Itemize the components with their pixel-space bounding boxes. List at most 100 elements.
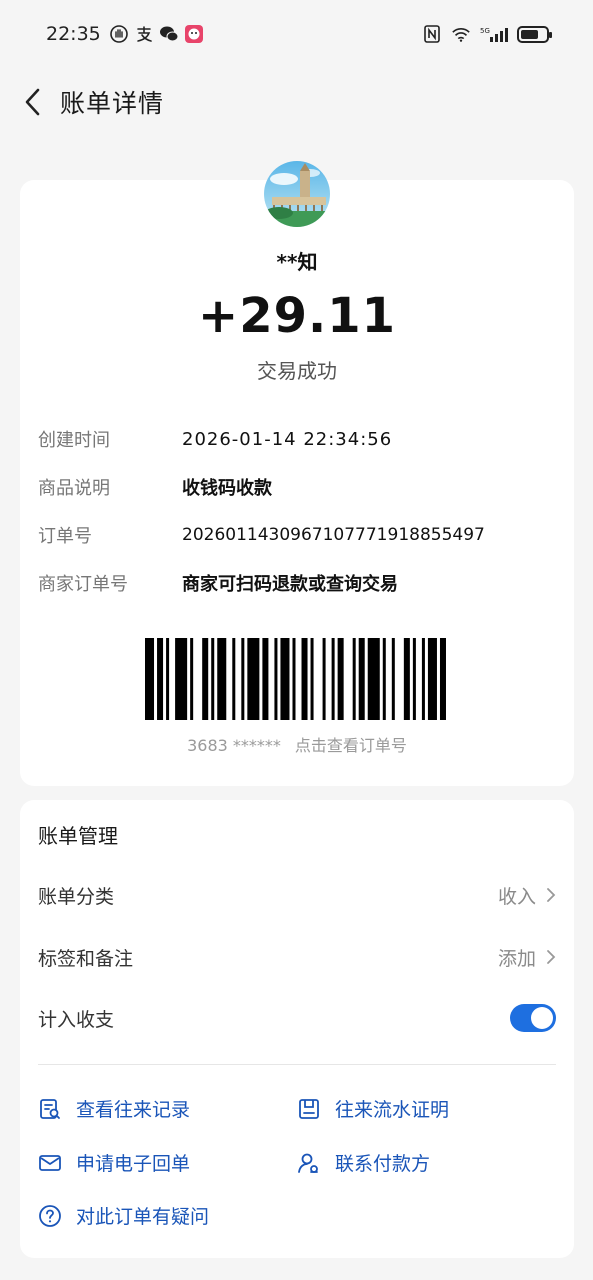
order-number-value[interactable]: 2026011430967107771918855497 bbox=[182, 525, 485, 545]
question-icon bbox=[38, 1204, 62, 1228]
detail-label: 创建时间 bbox=[38, 430, 110, 451]
barcode-bar bbox=[301, 638, 308, 720]
bill-category-value: 收入 bbox=[497, 885, 536, 908]
tags-notes-value: 添加 bbox=[497, 947, 536, 970]
barcode-bar bbox=[367, 638, 380, 720]
barcode-bar bbox=[232, 638, 236, 720]
status-bar-right: 5G bbox=[422, 24, 552, 44]
header: 账单详情 bbox=[0, 72, 593, 132]
barcode-bar bbox=[157, 638, 164, 720]
contact-payer-icon bbox=[297, 1151, 321, 1175]
statement-proof-label: 往来流水证明 bbox=[335, 1099, 450, 1121]
barcode-bar bbox=[427, 638, 437, 720]
chevron-left-icon bbox=[25, 88, 40, 116]
e-receipt-button[interactable]: 申请电子回单 bbox=[38, 1149, 190, 1176]
battery-icon bbox=[517, 25, 552, 43]
barcode-bar bbox=[358, 638, 365, 720]
barcode-image bbox=[145, 638, 446, 720]
detail-row-created-time: 创建时间 2026-01-14 22:34:56 bbox=[38, 426, 392, 452]
tags-notes-label: 标签和备注 bbox=[38, 947, 134, 970]
records-icon bbox=[38, 1097, 62, 1121]
app-notification-icon bbox=[184, 24, 204, 44]
barcode-bar bbox=[175, 638, 188, 720]
order-question-label: 对此订单有疑问 bbox=[76, 1206, 210, 1228]
barcode-bar bbox=[412, 638, 416, 720]
barcode-bar bbox=[352, 638, 356, 720]
barcode-bar bbox=[337, 638, 344, 720]
barcode-bar bbox=[241, 638, 245, 720]
barcode-bar bbox=[247, 638, 260, 720]
merchant-order-value: 商家可扫码退款或查询交易 bbox=[182, 574, 398, 595]
bill-category-row[interactable]: 账单分类 收入 bbox=[38, 875, 556, 915]
detail-row-product-desc: 商品说明 收钱码收款 bbox=[38, 474, 272, 500]
wechat-icon bbox=[159, 24, 179, 44]
barcode-masked-number: 3683 ****** bbox=[187, 736, 281, 755]
barcode-bar bbox=[292, 638, 296, 720]
tags-notes-row[interactable]: 标签和备注 添加 bbox=[38, 937, 556, 977]
divider bbox=[38, 1064, 556, 1065]
created-time-value: 2026-01-14 22:34:56 bbox=[182, 428, 393, 450]
chevron-right-icon bbox=[547, 950, 556, 964]
section-title: 账单管理 bbox=[38, 824, 118, 848]
alipay-icon bbox=[134, 24, 154, 44]
barcode-bar bbox=[403, 638, 410, 720]
barcode-bar bbox=[274, 638, 278, 720]
count-in-toggle[interactable] bbox=[510, 1004, 556, 1032]
chevron-right-icon bbox=[547, 888, 556, 902]
notification-icons bbox=[109, 24, 204, 44]
product-desc-value: 收钱码收款 bbox=[182, 478, 272, 499]
detail-label: 商品说明 bbox=[38, 478, 110, 499]
toggle-knob bbox=[531, 1007, 553, 1029]
count-in-row: 计入收支 bbox=[38, 998, 556, 1038]
barcode-bar bbox=[190, 638, 194, 720]
barcode[interactable] bbox=[145, 638, 449, 720]
nfc-icon bbox=[422, 24, 442, 44]
page-title: 账单详情 bbox=[60, 89, 165, 118]
hand-icon bbox=[109, 24, 129, 44]
barcode-bar bbox=[211, 638, 215, 720]
status-bar: 22:35 5G bbox=[0, 0, 593, 68]
amount: +29.11 bbox=[197, 288, 397, 344]
payer-name: **知 bbox=[276, 250, 318, 274]
back-button[interactable] bbox=[18, 82, 46, 122]
signal-type-label: 5G bbox=[480, 27, 490, 35]
barcode-bar bbox=[217, 638, 227, 720]
detail-row-merchant-order: 商家订单号 商家可扫码退款或查询交易 bbox=[38, 570, 398, 596]
bill-category-label: 账单分类 bbox=[38, 885, 115, 908]
barcode-bar bbox=[421, 638, 425, 720]
count-in-label: 计入收支 bbox=[38, 1008, 115, 1031]
barcode-bar bbox=[202, 638, 209, 720]
view-records-label: 查看往来记录 bbox=[76, 1099, 191, 1121]
barcode-bar bbox=[166, 638, 170, 720]
status-bar-left: 22:35 bbox=[46, 23, 204, 45]
statement-icon bbox=[297, 1097, 321, 1121]
contact-payer-label: 联系付款方 bbox=[335, 1153, 431, 1175]
view-records-button[interactable]: 查看往来记录 bbox=[38, 1095, 190, 1122]
barcode-bar bbox=[439, 638, 446, 720]
cellular-signal-icon: 5G bbox=[480, 24, 508, 44]
barcode-hint: 点击查看订单号 bbox=[294, 736, 407, 755]
barcode-bar bbox=[391, 638, 395, 720]
detail-label: 商家订单号 bbox=[38, 574, 128, 595]
wifi-icon bbox=[451, 24, 471, 44]
payer-avatar[interactable] bbox=[264, 161, 330, 227]
trade-status: 交易成功 bbox=[257, 359, 337, 383]
barcode-bar bbox=[322, 638, 326, 720]
barcode-bar bbox=[145, 638, 155, 720]
order-question-button[interactable]: 对此订单有疑问 bbox=[38, 1202, 209, 1229]
barcode-bar bbox=[280, 638, 290, 720]
detail-label: 订单号 bbox=[38, 526, 92, 547]
barcode-bar bbox=[331, 638, 335, 720]
bill-manage-card: 账单管理 账单分类 收入 标签和备注 添加 计入收支 查看往来记录 往来流水证明 bbox=[20, 800, 574, 1258]
statement-proof-button[interactable]: 往来流水证明 bbox=[297, 1095, 449, 1122]
barcode-bar bbox=[262, 638, 269, 720]
mail-icon bbox=[38, 1151, 62, 1175]
battery-level bbox=[521, 29, 538, 39]
barcode-caption[interactable]: 3683 ****** 点击查看订单号 bbox=[20, 732, 574, 756]
bill-detail-card: **知 +29.11 交易成功 创建时间 2026-01-14 22:34:56… bbox=[20, 161, 574, 786]
barcode-bar bbox=[310, 638, 314, 720]
contact-payer-button[interactable]: 联系付款方 bbox=[297, 1149, 430, 1176]
clock: 22:35 bbox=[46, 23, 101, 45]
detail-row-order-number: 订单号 2026011430967107771918855497 bbox=[38, 522, 485, 548]
e-receipt-label: 申请电子回单 bbox=[76, 1153, 191, 1175]
